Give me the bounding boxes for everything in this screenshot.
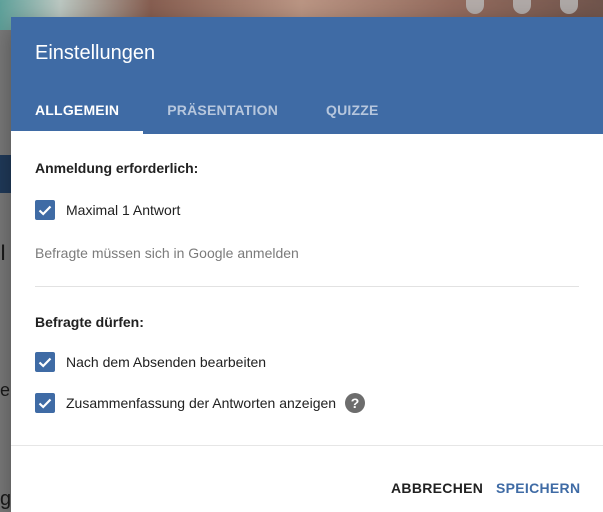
tab-presentation[interactable]: PRÄSENTATION [143, 88, 302, 134]
dialog-title: Einstellungen [35, 42, 156, 64]
limit-one-response-checkbox[interactable] [35, 200, 55, 220]
section-divider [35, 286, 579, 287]
checkmark-icon [38, 357, 52, 368]
dialog-header: Einstellungen ALLGEMEIN PRÄSENTATION QUI… [11, 17, 603, 134]
checkmark-icon [38, 205, 52, 216]
save-button[interactable]: SPEICHERN [496, 480, 580, 496]
background-fragment: e [0, 380, 11, 400]
checkmark-icon [38, 398, 52, 409]
help-icon[interactable]: ? [345, 393, 366, 413]
background-fragment: g [0, 488, 12, 510]
edit-after-submit-label: Nach dem Absenden bearbeiten [66, 354, 267, 370]
settings-tabs: ALLGEMEIN PRÄSENTATION QUIZZE [11, 88, 403, 134]
sign-in-section-title: Anmeldung erforderlich: [35, 160, 199, 176]
background-fragment: I [0, 240, 7, 265]
respondents-section-title: Befragte dürfen: [35, 314, 144, 330]
edit-after-submit-checkbox[interactable] [35, 352, 55, 372]
see-summary-label: Zusammenfassung der Antworten anzeigen [66, 395, 337, 411]
tab-quizzes[interactable]: QUIZZE [302, 88, 403, 134]
cancel-button[interactable]: ABBRECHEN [391, 480, 483, 496]
edit-after-submit-option[interactable]: Nach dem Absenden bearbeiten [35, 352, 266, 372]
see-summary-option[interactable]: Zusammenfassung der Antworten anzeigen ? [35, 393, 366, 413]
tab-general[interactable]: ALLGEMEIN [11, 88, 144, 134]
limit-one-response-label: Maximal 1 Antwort [66, 202, 181, 218]
sign-in-hint: Befragte müssen sich in Google anmelden [35, 245, 299, 261]
settings-dialog: Einstellungen ALLGEMEIN PRÄSENTATION QUI… [11, 17, 603, 512]
limit-one-response-option[interactable]: Maximal 1 Antwort [35, 200, 180, 220]
footer-divider [11, 445, 603, 446]
see-summary-checkbox[interactable] [35, 393, 55, 413]
